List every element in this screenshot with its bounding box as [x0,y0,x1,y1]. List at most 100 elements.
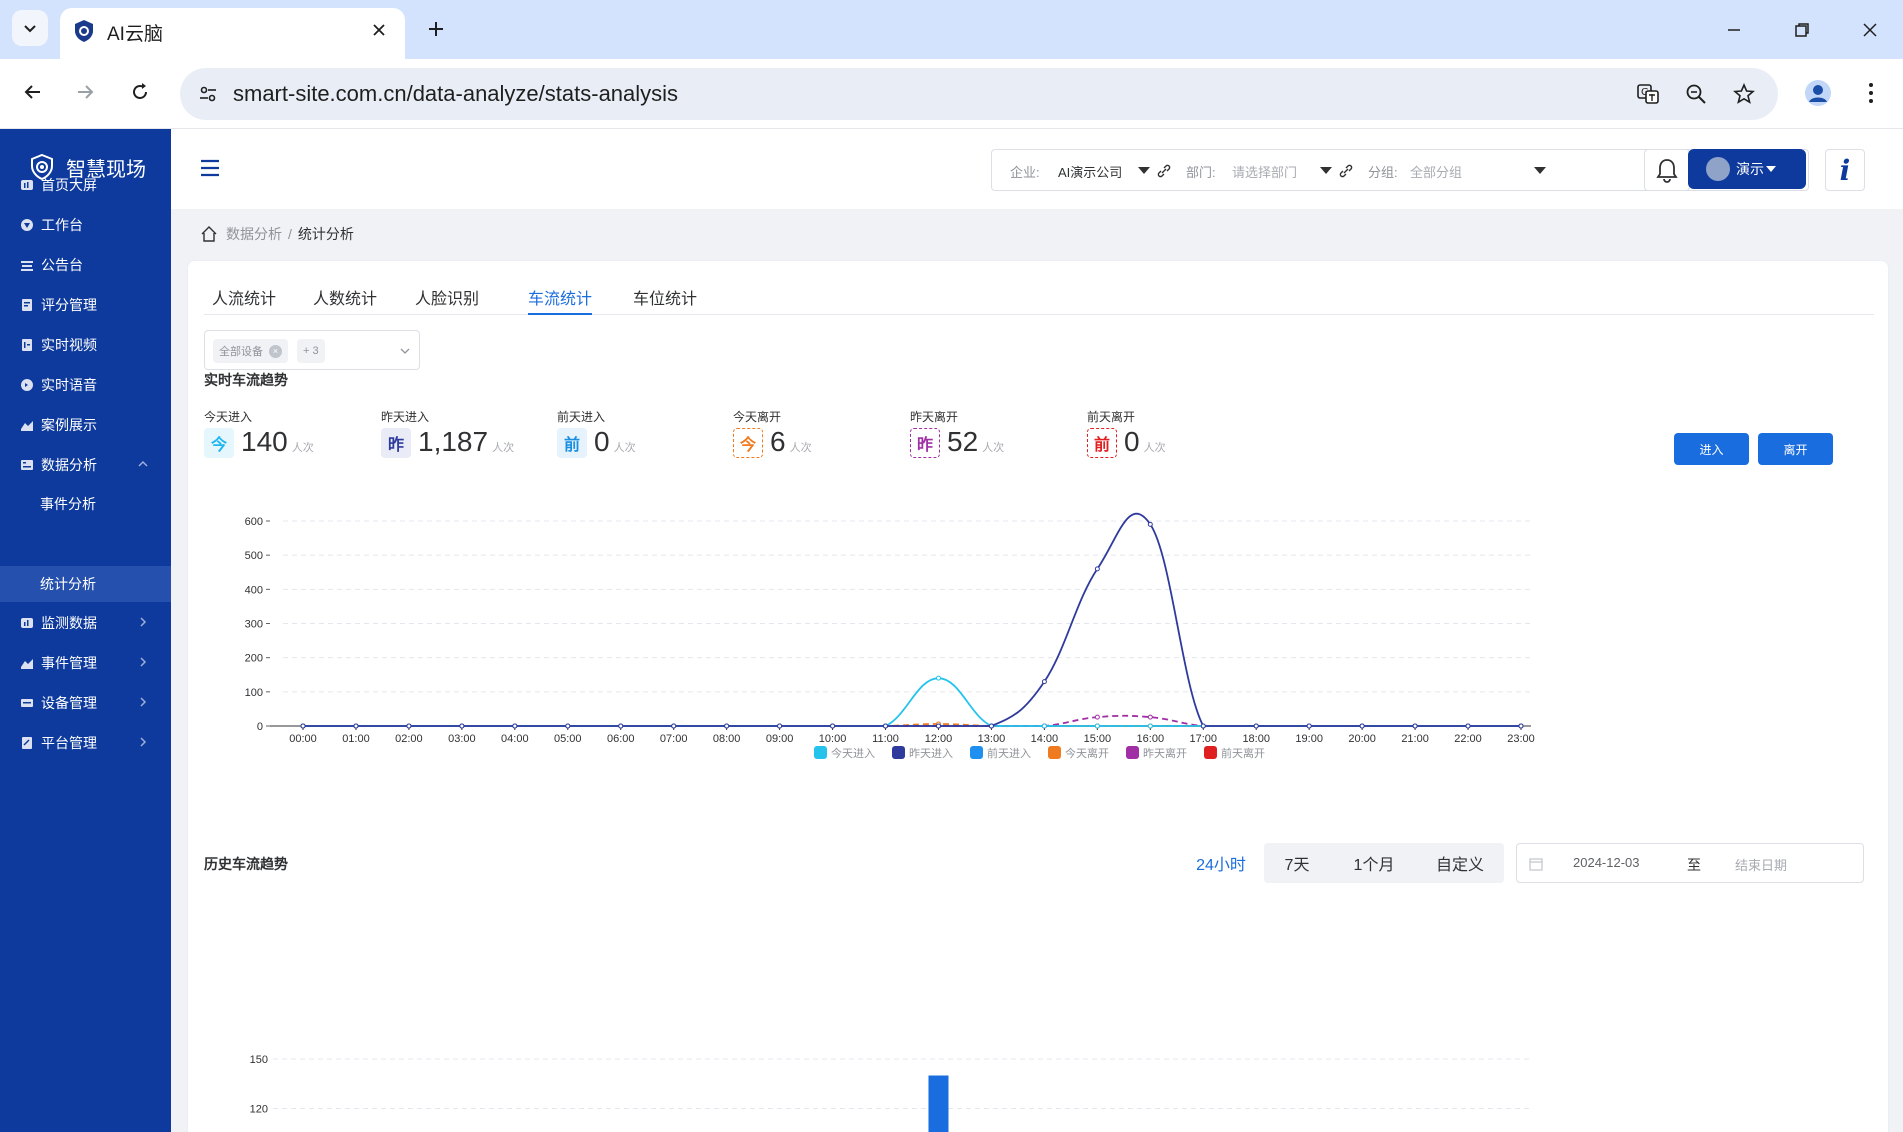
x-tick-label: 17:00 [1189,733,1217,745]
home-icon[interactable] [200,225,218,243]
sidebar-item-analysis[interactable]: 数据分析 [0,447,171,483]
calendar-icon [1529,858,1543,871]
legend-label: 昨天进入 [909,747,953,760]
enter-button[interactable]: 进入 [1674,433,1749,465]
caret-down-icon[interactable] [1138,167,1150,174]
stat-unit: 人次 [291,442,314,454]
sidebar-item-platform[interactable]: 平台管理 [0,725,171,761]
breadcrumb-parent[interactable]: 数据分析 [226,224,282,244]
tab-people-count[interactable]: 人数统计 [313,285,377,315]
data-point [724,723,730,729]
forward-button[interactable] [67,74,103,110]
tab-close-button[interactable] [366,17,392,43]
sidebar-item-label: 统计分析 [40,576,96,592]
tab-face-recognition[interactable]: 人脸识别 [415,285,479,315]
company-select[interactable]: AI演示公司 [1058,162,1122,181]
bar [928,1075,949,1132]
breadcrumb: 数据分析 / 统计分析 [200,223,354,245]
stat-label: 昨天进入 [381,410,430,424]
data-point [1041,723,1047,729]
range-24h-button[interactable]: 24小时 [1188,843,1254,883]
notification-button[interactable] [1644,149,1690,191]
user-menu-button[interactable]: 演示 [1688,149,1806,189]
device-select[interactable]: 全部设备 × + 3 [204,330,420,370]
sidebar-subitem-event-analysis[interactable]: 事件分析 [0,486,171,522]
sidebar-item-voice[interactable]: 实时语音 [0,367,171,403]
group-label: 分组: [1368,165,1398,180]
sidebar-item-dashboard[interactable]: 首页大屏 [0,167,171,203]
x-tick-label: 18:00 [1242,733,1270,745]
data-point [1147,521,1153,527]
stat-value: 1,187 人次 [418,426,515,457]
date-range-picker[interactable]: 2024-12-03 至 结束日期 [1516,843,1864,883]
tab-people-flow[interactable]: 人流统计 [212,285,276,315]
end-date[interactable]: 结束日期 [1735,855,1787,874]
sidebar-item-label: 监测数据 [41,615,97,631]
data-point [1518,723,1524,729]
hamburger-icon[interactable] [199,158,221,178]
browser-tab[interactable]: AI云脑 [60,8,405,59]
y-tick-label: 150 [250,1054,268,1066]
y-tick-label: 120 [250,1104,268,1116]
group-select[interactable]: 全部分组 [1410,162,1462,181]
sidebar-item-event[interactable]: 事件管理 [0,645,171,681]
range-custom-button[interactable]: 自定义 [1420,843,1500,883]
info-button[interactable]: i [1825,149,1865,191]
x-tick-label: 19:00 [1295,733,1323,745]
x-tick-label: 22:00 [1454,733,1482,745]
sidebar: 智慧现场 首页大屏 工作台 公告台 评分管理 实时视频 实时语音 案例展示 数据… [0,129,171,1132]
dept-select[interactable]: 请选择部门 [1232,162,1297,181]
legend-label: 昨天离开 [1143,746,1187,760]
stat-unit: 人次 [613,442,636,454]
x-tick-label: 06:00 [607,733,635,745]
info-icon: i [1839,153,1851,187]
minimize-button[interactable] [1716,12,1752,48]
back-button[interactable] [15,74,51,110]
omnibox[interactable]: smart-site.com.cn/data-analyze/stats-ana… [180,68,1778,120]
bookmark-button[interactable] [1728,78,1760,110]
zoom-button[interactable] [1680,78,1712,110]
sidebar-item-score[interactable]: 评分管理 [0,287,171,323]
stat-label: 昨天离开 [910,410,959,424]
history-bar-chart: 90120150 [250,1054,1531,1132]
bell-icon [1656,159,1678,183]
profile-button[interactable] [1800,75,1836,111]
leave-button[interactable]: 离开 [1758,433,1833,465]
sidebar-item-monitor[interactable]: 监测数据 [0,605,171,641]
sidebar-item-device[interactable]: 设备管理 [0,685,171,721]
browser-menu-button[interactable] [1856,75,1886,111]
caret-down-icon[interactable] [1534,167,1546,174]
url-text[interactable]: smart-site.com.cn/data-analyze/stats-ana… [233,81,678,107]
data-point [512,723,518,729]
tab-vehicle-flow[interactable]: 车流统计 [528,285,593,315]
new-tab-button[interactable] [421,14,451,44]
range-1m-button[interactable]: 1个月 [1334,843,1414,883]
sidebar-item-label: 评分管理 [41,297,97,313]
tab-parking[interactable]: 车位统计 [633,285,697,315]
translate-button[interactable]: G [1632,78,1664,110]
sidebar-item-case[interactable]: 案例展示 [0,407,171,443]
start-date[interactable]: 2024-12-03 [1573,855,1640,870]
range-7d-button[interactable]: 7天 [1264,843,1330,883]
chevron-down-icon [24,25,36,33]
restore-button[interactable] [1784,12,1820,48]
tag-close-icon[interactable]: × [269,344,282,358]
reload-button[interactable] [122,74,158,110]
translate-icon: G [1637,84,1659,104]
sidebar-item-workbench[interactable]: 工作台 [0,207,171,243]
chevron-down-icon [400,348,410,354]
link-icon[interactable] [1156,163,1172,179]
browser-address-bar: smart-site.com.cn/data-analyze/stats-ana… [0,59,1903,129]
caret-down-icon[interactable] [1320,167,1332,174]
stat-label: 前天进入 [557,410,606,424]
link-icon[interactable] [1338,163,1354,179]
sidebar-subitem-stats-analysis[interactable]: 统计分析 [0,566,171,602]
sidebar-item-notice[interactable]: 公告台 [0,247,171,283]
data-point [1147,714,1153,720]
stat-value: 140 人次 [241,426,314,457]
close-window-button[interactable] [1852,12,1888,48]
tab-list-button[interactable] [12,10,48,46]
site-info-button[interactable] [192,78,224,110]
sidebar-item-video[interactable]: 实时视频 [0,327,171,363]
app-header: 企业: AI演示公司 部门: 请选择部门 分组: 全部分组 演示 i [171,129,1903,209]
